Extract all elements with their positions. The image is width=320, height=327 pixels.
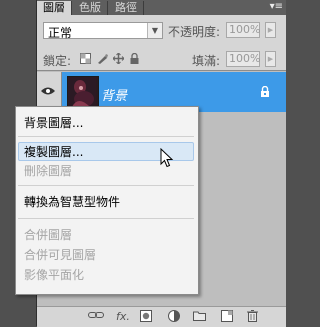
mouse-cursor-icon [160, 148, 174, 168]
fx-icon[interactable]: fx. [115, 310, 131, 324]
new-layer-icon[interactable] [220, 310, 234, 324]
trash-icon[interactable] [245, 310, 259, 324]
blend-mode-select[interactable]: 正常 ▼ [43, 22, 163, 40]
menu-item-flatten-image: 影像平面化 [24, 268, 85, 282]
lock-label: 鎖定: [43, 54, 72, 68]
tab-bar: 圖層 色版 路徑 ▾≡ [37, 0, 286, 15]
menu-item-background-layer[interactable]: 背景圖層... [24, 114, 192, 132]
mask-icon[interactable] [139, 310, 153, 324]
opacity-field[interactable]: 100% [226, 22, 260, 38]
menu-item-convert-smart-object[interactable]: 轉換為智慧型物件 [24, 193, 192, 211]
lock-position-icon[interactable] [112, 52, 125, 65]
opacity-arrow-icon[interactable]: ▶ [265, 22, 276, 38]
lock-all-icon[interactable] [129, 52, 140, 64]
fill-label: 填滿: [192, 54, 221, 68]
menu-divider [18, 185, 194, 186]
link-icon[interactable] [87, 310, 105, 324]
lock-icon [260, 85, 270, 98]
tab-channels[interactable]: 色版 [73, 1, 108, 15]
opacity-label: 不透明度: [168, 25, 221, 39]
blend-mode-value: 正常 [48, 26, 73, 40]
lock-pixels-icon[interactable] [97, 53, 108, 64]
layer-thumbnail [67, 76, 99, 110]
lock-transparent-icon[interactable] [80, 53, 91, 64]
menu-item-merge-visible: 合併可見圖層 [24, 248, 97, 262]
layer-context-menu: 背景圖層... 複製圖層... 刪除圖層 轉換為智慧型物件 合併圖層 合併可見圖… [15, 106, 199, 295]
bottom-toolbar: fx. [37, 306, 286, 327]
menu-item-merge-layers: 合併圖層 [24, 228, 73, 242]
chevron-down-icon: ▼ [147, 23, 162, 38]
folder-icon[interactable] [192, 310, 206, 324]
fill-field[interactable]: 100% [226, 51, 260, 67]
tab-paths[interactable]: 路徑 [109, 1, 144, 15]
panel-menu-icon[interactable]: ▾≡ [270, 0, 283, 14]
fill-arrow-icon[interactable]: ▶ [265, 51, 276, 67]
eye-icon [41, 87, 55, 95]
adjustment-icon[interactable] [167, 310, 181, 324]
tab-layers[interactable]: 圖層 [37, 1, 72, 15]
layer-name[interactable]: 背景 [101, 85, 127, 104]
menu-divider [18, 218, 194, 219]
menu-divider [18, 136, 194, 137]
